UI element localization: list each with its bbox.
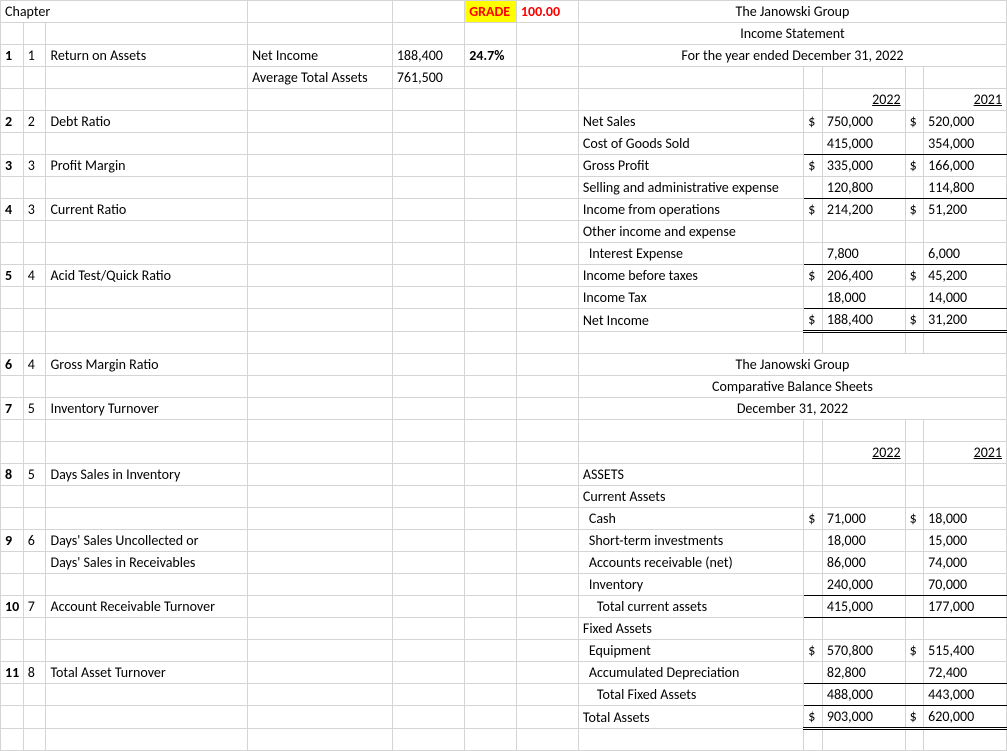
ratio-1-calc1[interactable]: Net Income <box>248 45 393 67</box>
ratio-1-val1[interactable]: 188,400 <box>392 45 464 67</box>
bs-ta-label: Total Assets <box>578 706 803 729</box>
bs-period: December 31, 2022 <box>578 398 1006 420</box>
bs-cash-label: Cash <box>578 508 803 530</box>
is-ni-label: Net Income <box>578 309 803 332</box>
bs-col-2021: 2021 <box>924 442 1007 464</box>
bs-tfa-label: Total Fixed Assets <box>578 684 803 706</box>
bs-accdep-label: Accumulated Depreciation <box>578 662 803 684</box>
is-other-label: Other income and expense <box>578 221 803 243</box>
bs-col-2022: 2022 <box>822 442 905 464</box>
bs-sti-label: Short-term investments <box>578 530 803 552</box>
is-company: The Janowski Group <box>578 1 1006 23</box>
is-cogs-label: Cost of Goods Sold <box>578 133 803 155</box>
ratio-1-pct: 24.7% <box>465 45 517 67</box>
ratio-4-name: Current Ratio <box>46 199 248 221</box>
bs-assets-hdr: ASSETS <box>578 464 803 486</box>
is-title: Income Statement <box>578 23 1006 45</box>
ratio-3-name: Profit Margin <box>46 155 248 177</box>
ratio-9-name2: Days' Sales in Receivables <box>46 552 248 574</box>
is-netsales-label: Net Sales <box>578 111 803 133</box>
is-gp-label: Gross Profit <box>578 155 803 177</box>
ratio-11-name: Total Asset Turnover <box>46 662 248 684</box>
is-period: For the year ended December 31, 2022 <box>578 45 1006 67</box>
is-intexp-label: Interest Expense <box>578 243 803 265</box>
is-sga-label: Selling and administrative expense <box>578 177 803 199</box>
is-col-2022: 2022 <box>822 89 905 111</box>
grade-label: GRADE <box>465 1 517 23</box>
bs-title: Comparative Balance Sheets <box>578 376 1006 398</box>
bs-company: The Janowski Group <box>578 354 1006 376</box>
ratio-6-name: Gross Margin Ratio <box>46 354 248 376</box>
bs-inv-label: Inventory <box>578 574 803 596</box>
bs-ar-label: Accounts receivable (net) <box>578 552 803 574</box>
ratio-1-val2[interactable]: 761,500 <box>392 67 464 89</box>
ratio-7-name: Inventory Turnover <box>46 398 248 420</box>
bs-tca-label: Total current assets <box>578 596 803 618</box>
is-opinc-label: Income from operations <box>578 199 803 221</box>
is-pretax-label: Income before taxes <box>578 265 803 287</box>
ratio-1-chap: 1 <box>23 45 46 67</box>
bs-fa-hdr: Fixed Assets <box>578 618 803 640</box>
grade-value: 100.00 <box>516 1 578 23</box>
bs-equip-label: Equipment <box>578 640 803 662</box>
ratio-8-name: Days Sales in Inventory <box>46 464 248 486</box>
is-tax-label: Income Tax <box>578 287 803 309</box>
ratio-5-name: Acid Test/Quick Ratio <box>46 265 248 287</box>
spreadsheet: Chapter GRADE 100.00 The Janowski Group … <box>0 0 1007 751</box>
ratio-1-name: Return on Assets <box>46 45 248 67</box>
is-col-2021: 2021 <box>924 89 1007 111</box>
chapter-label: Chapter <box>1 1 248 23</box>
ratio-9-name: Days' Sales Uncollected or <box>46 530 248 552</box>
ratio-2-name: Debt Ratio <box>46 111 248 133</box>
ratio-1-num: 1 <box>1 45 24 67</box>
bs-ca-hdr: Current Assets <box>578 486 803 508</box>
ratio-1-calc2[interactable]: Average Total Assets <box>248 67 393 89</box>
ratio-10-name: Account Receivable Turnover <box>46 596 248 618</box>
